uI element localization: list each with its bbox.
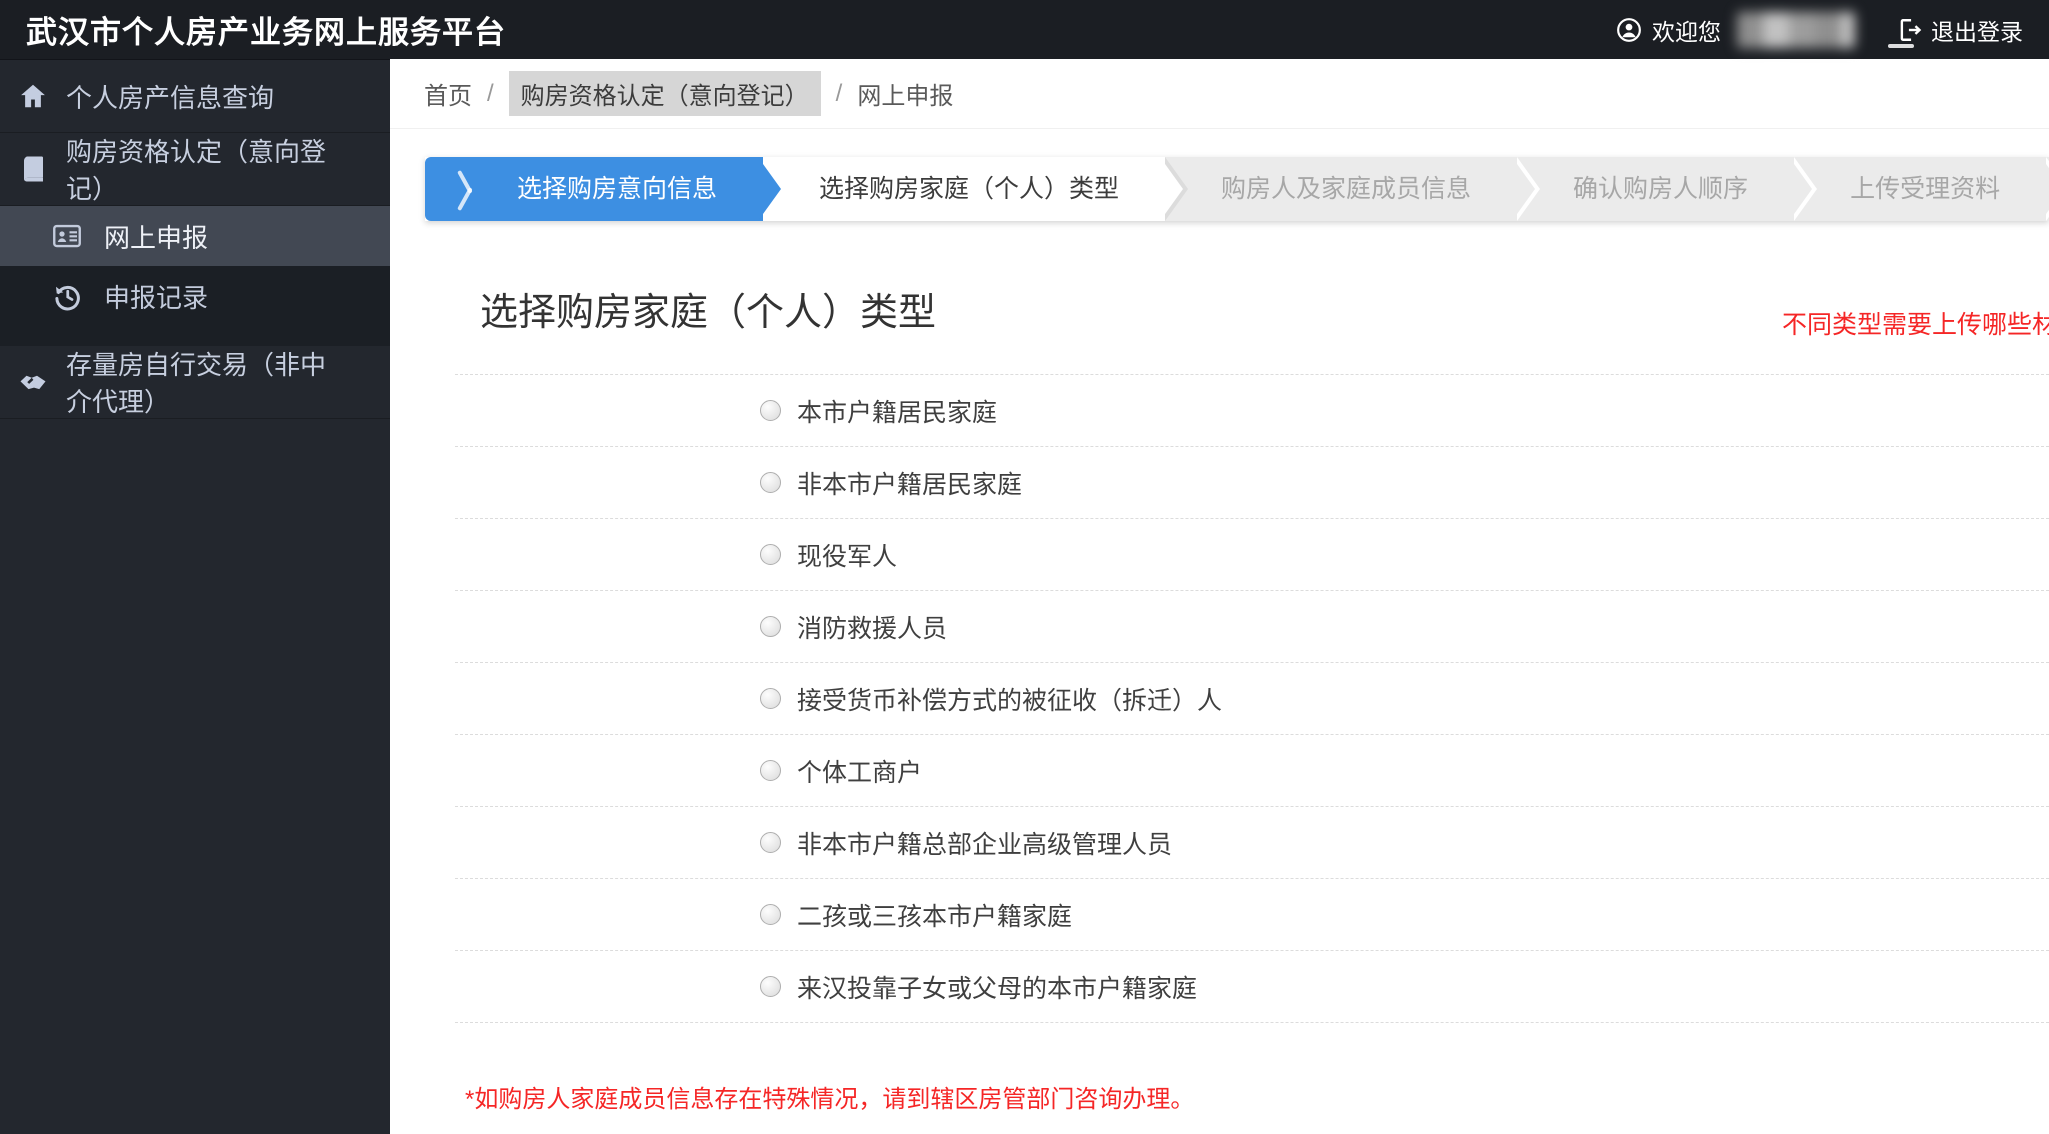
header-user-area: 欢迎您 退出登录 [1616,11,2023,48]
family-type-option-label[interactable]: 非本市户籍总部企业高级管理人员 [797,825,1172,861]
logout-icon [1897,17,1923,43]
wizard-step: 确认购房人顺序 [1517,157,1818,221]
family-type-option-row[interactable]: 接受货币补偿方式的被征收（拆迁）人 [455,663,2049,735]
family-type-option-row[interactable]: 来汉投靠子女或父母的本市户籍家庭 [455,951,2049,1023]
wizard-step-label: 上传受理资料 [1850,175,2001,203]
user-name-blurred [1737,11,1855,48]
step-chevron-icon [467,168,483,210]
breadcrumb-label[interactable]: 网上申报 [857,76,953,111]
breadcrumb-item[interactable]: / 网上申报 [821,76,954,111]
family-type-option-row[interactable]: 二孩或三孩本市户籍家庭 [455,879,2049,951]
home-icon [18,81,52,111]
family-type-option-label[interactable]: 二孩或三孩本市户籍家庭 [797,897,1072,933]
id-card-icon [52,221,88,251]
wizard-step-label: 购房人及家庭成员信息 [1221,175,1472,203]
history-icon [52,281,88,311]
wizard-step-label: 选择购房家庭（个人）类型 [819,175,1120,203]
logout-label: 退出登录 [1931,18,2023,45]
family-type-option-row[interactable]: 非本市户籍总部企业高级管理人员 [455,807,2049,879]
sidebar-subitem-label: 网上申报 [104,222,209,253]
breadcrumb-separator: / [835,79,843,107]
main-panel: / 首页 / 购房资格认定（意向登记） / 网上申报 [390,59,2049,1134]
breadcrumb-label[interactable]: 首页 [424,76,472,111]
family-type-option-label[interactable]: 来汉投靠子女或父母的本市户籍家庭 [797,969,1197,1005]
wizard-step-label: 选择购房意向信息 [517,175,718,203]
content-area: 选择购房家庭（个人）类型 不同类型需要上传哪些材 本市户籍居民家庭 非本市户籍居… [390,221,2049,1134]
sidebar-item-existing-home-transaction[interactable]: 存量房自行交易（非中介代理） [0,346,390,419]
family-type-radio[interactable] [760,904,781,925]
book-icon [18,154,52,184]
family-type-option-label[interactable]: 现役军人 [797,537,897,573]
sidebar-item-property-info-query[interactable]: 个人房产信息查询 [0,60,390,133]
family-type-radio[interactable] [760,688,781,709]
sidebar-subitem-online-declaration[interactable]: 网上申报 [0,206,390,266]
wizard-step: 选择购房家庭（个人）类型 [763,157,1189,221]
family-type-option-label[interactable]: 消防救援人员 [797,609,947,645]
family-type-option-row[interactable]: 现役军人 [455,519,2049,591]
app-root: 武汉市个人房产业务网上服务平台 欢迎您 退出登录 个人房产信息查询 购房资格认定… [0,0,2049,1134]
family-type-radio[interactable] [760,472,781,493]
family-type-options: 本市户籍居民家庭 非本市户籍居民家庭 现役军人 消防救援人员 接受货币补偿方式的… [455,374,2049,1023]
family-type-radio[interactable] [760,616,781,637]
wizard-step-label: 确认购房人顺序 [1573,175,1749,203]
app-title: 武汉市个人房产业务网上服务平台 [26,15,506,50]
family-type-option-row[interactable]: 个体工商户 [455,735,2049,807]
handshake-icon [18,367,52,397]
logout-button[interactable]: 退出登录 [1897,13,2023,47]
sidebar-item-label: 存量房自行交易（非中介代理） [66,350,327,417]
breadcrumb-item[interactable]: / 购房资格认定（意向登记） [472,71,821,116]
sidebar-item-label: 购房资格认定（意向登记） [66,137,327,204]
wizard-step: 上传受理资料 [1794,157,2049,221]
family-type-radio[interactable] [760,976,781,997]
sidebar-subitem-declaration-records[interactable]: 申报记录 [0,266,390,326]
family-type-option-label[interactable]: 非本市户籍居民家庭 [797,465,1022,501]
upload-materials-help-link[interactable]: 不同类型需要上传哪些材 [1782,305,2049,341]
family-type-radio[interactable] [760,760,781,781]
breadcrumb: / 首页 / 购房资格认定（意向登记） / 网上申报 [390,59,2049,129]
wizard-step: 选择购房意向信息 [425,157,787,221]
family-type-radio[interactable] [760,832,781,853]
welcome-label: 欢迎您 [1652,18,1721,45]
family-type-option-row[interactable]: 消防救援人员 [455,591,2049,663]
breadcrumb-item[interactable]: / 首页 [424,76,472,111]
sidebar-submenu: 网上申报 申报记录 [0,206,390,346]
wizard-step: 购房人及家庭成员信息 [1165,157,1541,221]
sidebar-item-label: 个人房产信息查询 [66,82,275,113]
family-type-option-row[interactable]: 非本市户籍居民家庭 [455,447,2049,519]
family-type-radio[interactable] [760,400,781,421]
wizard-steps: 选择购房意向信息 选择购房家庭（个人）类型 购房人及家庭成员信息 确认购房人顺序… [425,157,2049,221]
family-type-option-label[interactable]: 接受货币补偿方式的被征收（拆迁）人 [797,681,1222,717]
breadcrumb-label[interactable]: 购房资格认定（意向登记） [508,71,821,116]
family-type-option-label[interactable]: 个体工商户 [797,753,922,789]
top-header: 武汉市个人房产业务网上服务平台 欢迎您 退出登录 [0,0,2049,59]
sidebar-item-purchase-qualification[interactable]: 购房资格认定（意向登记） [0,133,390,206]
family-type-radio[interactable] [760,544,781,565]
user-circle-icon [1616,17,1642,43]
breadcrumb-separator: / [487,79,494,107]
sidebar: 个人房产信息查询 购房资格认定（意向登记） 网上申报 申报记录 存量房自行交易（… [0,59,390,1134]
user-menu-indicator [1888,44,1914,48]
sidebar-subitem-label: 申报记录 [104,282,209,313]
special-case-note: *如购房人家庭成员信息存在特殊情况，请到辖区房管部门咨询办理。 [465,1086,1195,1113]
family-type-option-label[interactable]: 本市户籍居民家庭 [797,393,997,429]
family-type-option-row[interactable]: 本市户籍居民家庭 [455,375,2049,447]
